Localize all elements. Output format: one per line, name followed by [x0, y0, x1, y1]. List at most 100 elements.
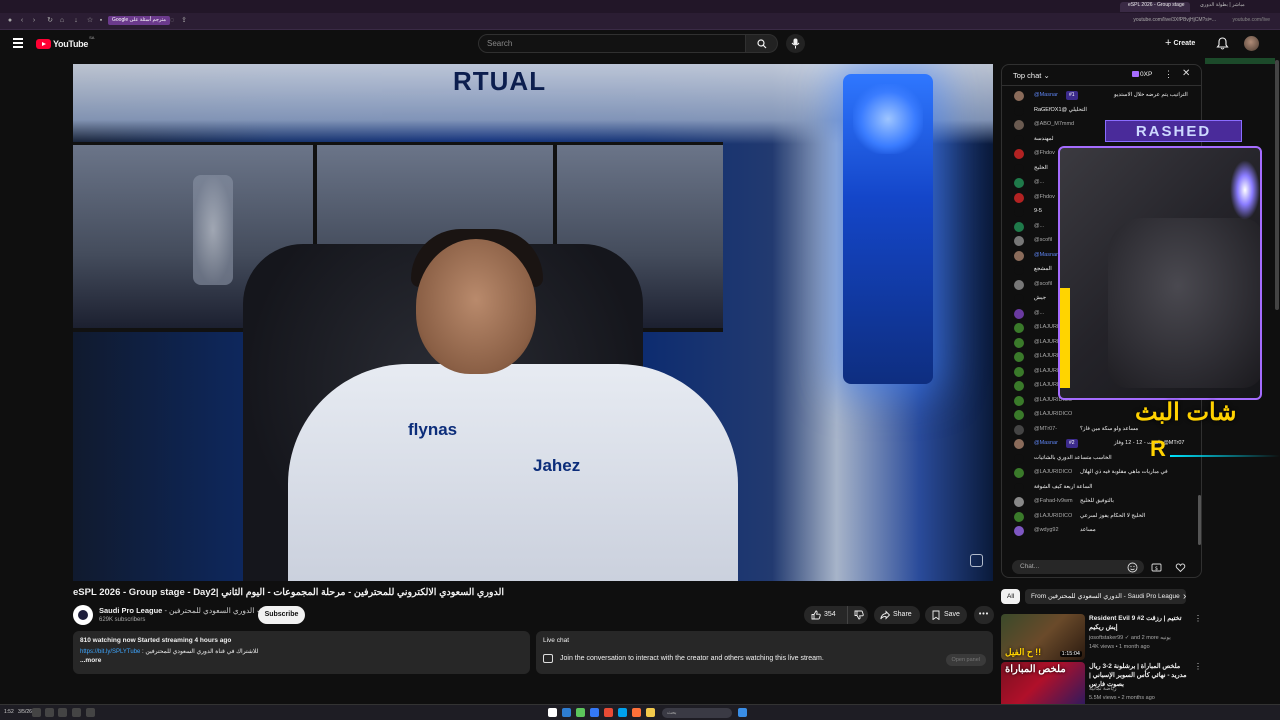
- video-player[interactable]: RTUAL flynas Jahez: [73, 64, 993, 581]
- browser-tab-active[interactable]: eSPL 2026 - Group stage: [1120, 2, 1190, 12]
- dislike-button[interactable]: [847, 606, 868, 624]
- heart-icon[interactable]: [1175, 562, 1186, 573]
- chat-user-avatar[interactable]: [1014, 366, 1024, 377]
- taskbar-search[interactable]: بحث: [662, 708, 732, 718]
- chat-message[interactable]: @Masnar #1 التراتيب يتم عرضه خلال الاستديو: [1014, 90, 1197, 104]
- emoji-icon[interactable]: [1127, 562, 1138, 573]
- chat-user-avatar[interactable]: [1014, 279, 1024, 290]
- extension-icon[interactable]: ▪: [97, 17, 105, 25]
- firefox-icon[interactable]: [632, 708, 641, 717]
- xp-badge[interactable]: 0XP: [1132, 71, 1152, 78]
- like-button[interactable]: 354: [804, 606, 846, 624]
- chat-message[interactable]: @Masnar #2 انتهت - 12 - 12 وفاز -@MTr07: [1014, 438, 1197, 452]
- chat-user-avatar[interactable]: [1014, 221, 1024, 232]
- chat-user-avatar[interactable]: [1014, 497, 1024, 507]
- chat-user-avatar[interactable]: [1014, 120, 1024, 130]
- chat-input[interactable]: Chat...: [1012, 560, 1144, 574]
- wifi-icon[interactable]: [45, 708, 54, 717]
- chat-user-avatar[interactable]: [1014, 192, 1024, 203]
- bookmark-pill[interactable]: Google مترجم أسئلة على: [108, 16, 170, 25]
- chat-message[interactable]: @LAJURIDICO الخليج لا الحكام يفوز لسرعي: [1014, 511, 1197, 525]
- chat-username[interactable]: @...: [1034, 179, 1044, 185]
- top-chat-dropdown[interactable]: Top chat ⌄: [1013, 71, 1050, 80]
- filter-from-channel[interactable]: From الدوري السعودي للمحترفين - Saudi Pr…: [1025, 589, 1186, 604]
- folder-icon[interactable]: [646, 708, 655, 717]
- chat-menu-icon[interactable]: ⋮: [1164, 69, 1173, 80]
- notifications-bell-icon[interactable]: [1216, 37, 1229, 50]
- description-link[interactable]: https://bit.ly/SPLYTube: [80, 649, 140, 655]
- home-icon[interactable]: ⌂: [58, 17, 66, 25]
- description-box[interactable]: 810 watching now Started streaming 4 hou…: [73, 631, 530, 674]
- create-button[interactable]: + Create: [1160, 36, 1203, 51]
- recommended-video[interactable]: ح الفيل !! 1:15:04 Resident Evil 9 #2 تخ…: [1001, 614, 1202, 660]
- share-icon[interactable]: ⇪: [180, 17, 188, 25]
- chat-user-avatar[interactable]: [1014, 439, 1024, 449]
- filter-all[interactable]: All: [1001, 589, 1021, 604]
- stream-overlay-icon[interactable]: [970, 554, 983, 567]
- show-more-link[interactable]: ...more: [80, 657, 523, 664]
- system-tray-icon[interactable]: [32, 708, 41, 717]
- chat-user-avatar[interactable]: [1014, 294, 1024, 304]
- channel-avatar[interactable]: [73, 605, 93, 625]
- chat-user-avatar[interactable]: [1014, 134, 1024, 145]
- channel-name[interactable]: Saudi Pro League - الدوري السعودي للمحتر…: [99, 606, 263, 615]
- chat-user-avatar[interactable]: [1014, 511, 1024, 522]
- account-avatar[interactable]: [1244, 36, 1259, 51]
- chat-user-avatar[interactable]: [1014, 163, 1024, 174]
- chat-user-avatar[interactable]: [1014, 482, 1024, 493]
- app-icon-1[interactable]: [548, 708, 557, 717]
- windows-start-icon[interactable]: [738, 708, 747, 717]
- chat-user-avatar[interactable]: [1014, 352, 1024, 362]
- reload-icon[interactable]: ↻: [46, 17, 54, 25]
- page-scrollbar[interactable]: [1275, 60, 1279, 310]
- recommended-menu-icon[interactable]: ⋮: [1194, 614, 1202, 623]
- chat-user-avatar[interactable]: [1014, 308, 1024, 319]
- star-icon[interactable]: ☆: [86, 17, 94, 25]
- app-icon-3[interactable]: [576, 708, 585, 717]
- app-icon-4[interactable]: [590, 708, 599, 717]
- chat-user-avatar[interactable]: [1014, 526, 1024, 536]
- chat-user-avatar[interactable]: [1014, 337, 1024, 348]
- chat-user-avatar[interactable]: [1014, 149, 1024, 159]
- profile-icon[interactable]: ●: [6, 17, 14, 25]
- video-thumbnail[interactable]: ح الفيل !! 1:15:04: [1001, 614, 1085, 660]
- chat-user-avatar[interactable]: [1014, 395, 1024, 406]
- chat-user-avatar[interactable]: [1014, 468, 1024, 478]
- chevron-right-icon[interactable]: ›: [1183, 591, 1186, 602]
- chat-username[interactable]: @Fahad-lv9wm: [1034, 498, 1073, 504]
- chat-username[interactable]: @MTr07-: [1034, 426, 1057, 432]
- recommended-menu-icon[interactable]: ⋮: [1194, 662, 1202, 671]
- chat-username[interactable]: @Masnar: [1034, 92, 1058, 98]
- youtube-logo[interactable]: YouTube SA: [36, 35, 94, 49]
- chat-user-avatar[interactable]: [1014, 381, 1024, 391]
- search-input[interactable]: Search: [478, 34, 746, 53]
- chat-username[interactable]: @Fhdov: [1034, 194, 1055, 200]
- chat-message[interactable]: @LAJURIDICO في مباريات ماهي مقلوبة فيه ذي…: [1014, 467, 1197, 481]
- chat-username[interactable]: @Fhdov: [1034, 150, 1055, 156]
- chat-user-avatar[interactable]: [1014, 236, 1024, 246]
- chat-message[interactable]: الساعة اربعة كيف الشوفة: [1014, 482, 1197, 496]
- recommended-title[interactable]: ملخص المباراة | برشلونة 2-3 ريال مدريد -…: [1089, 662, 1193, 689]
- chat-user-avatar[interactable]: [1014, 265, 1024, 275]
- app-icon-2[interactable]: [562, 708, 571, 717]
- chat-user-avatar[interactable]: [1014, 178, 1024, 188]
- chat-user-avatar[interactable]: [1014, 453, 1024, 464]
- voice-search-button[interactable]: [786, 34, 805, 53]
- chat-username[interactable]: @...: [1034, 223, 1044, 229]
- recommended-channel[interactable]: رياضة ثمانية: [1089, 686, 1193, 692]
- volume-icon[interactable]: [58, 708, 67, 717]
- video-thumbnail[interactable]: ملخص المباراة: [1001, 662, 1085, 708]
- recommended-title[interactable]: Resident Evil 9 #2 تختيم | رزقت إيش ريكي…: [1089, 614, 1193, 632]
- save-button[interactable]: Save: [925, 606, 967, 624]
- chat-user-avatar[interactable]: [1014, 207, 1024, 217]
- chat-username[interactable]: @LAJURIDICO: [1034, 411, 1072, 417]
- search-button[interactable]: [746, 34, 778, 53]
- edge-icon[interactable]: [618, 708, 627, 717]
- chat-username[interactable]: @Masnar: [1034, 252, 1058, 258]
- recommended-channel[interactable]: josoftstaker99 ✓ and 2 more يونيه: [1089, 635, 1193, 641]
- chat-user-avatar[interactable]: [1014, 105, 1024, 116]
- chrome-icon[interactable]: [604, 708, 613, 717]
- chat-username[interactable]: @ABO_M7mmd: [1034, 121, 1074, 127]
- chat-bubble-icon[interactable]: ◌: [168, 17, 176, 25]
- subscribe-button[interactable]: Subscribe: [258, 606, 305, 624]
